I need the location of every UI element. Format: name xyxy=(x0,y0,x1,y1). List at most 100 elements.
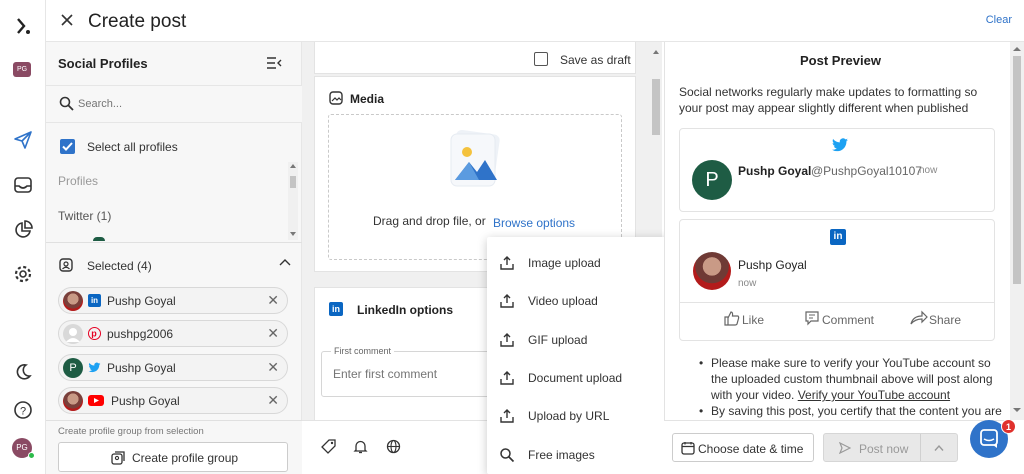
browse-options-link[interactable]: Browse options xyxy=(493,216,575,230)
upload-icon xyxy=(499,293,515,309)
inbox-icon[interactable] xyxy=(13,175,33,195)
menu-item-document-upload[interactable]: Document upload xyxy=(487,359,667,397)
upload-icon xyxy=(499,332,515,348)
upload-icon xyxy=(499,408,515,424)
bullet-item: • Please make sure to verify your YouTub… xyxy=(699,356,993,402)
twitter-group-label[interactable]: Twitter (1) xyxy=(58,209,111,223)
first-comment-input[interactable] xyxy=(333,365,483,383)
group-hint: Create profile group from selection xyxy=(58,426,204,437)
post-now-label: Post now xyxy=(859,442,909,456)
bullet-text: By saving this post, you certify that th… xyxy=(711,404,1002,418)
selected-count-label: Selected (4) xyxy=(87,259,152,273)
remove-profile-button[interactable]: ✕ xyxy=(267,359,279,376)
preview-note: Social networks regularly make updates t… xyxy=(679,85,978,115)
selected-profile-chip: in Pushp Goyal ✕ xyxy=(58,287,288,314)
menu-item-upload-by-url[interactable]: Upload by URL xyxy=(487,397,667,435)
preview-bullets: • Please make sure to verify your YouTub… xyxy=(699,355,1002,419)
menu-item-image-upload[interactable]: Image upload xyxy=(487,244,667,282)
search-icon xyxy=(499,447,515,463)
linkedin-name: Pushp Goyal xyxy=(738,258,807,272)
menu-item-label: Free images xyxy=(528,448,595,462)
menu-item-label: GIF upload xyxy=(528,333,588,347)
selected-profile-chip: Pushp Goyal ✕ xyxy=(58,387,288,414)
workspace-avatar[interactable]: PG xyxy=(13,62,31,77)
menu-item-label: Image upload xyxy=(528,256,601,270)
chevron-up-icon xyxy=(934,444,944,452)
twitter-icon xyxy=(88,361,101,374)
tag-icon[interactable] xyxy=(321,439,336,454)
select-all-checkbox[interactable] xyxy=(60,139,75,154)
group-icon xyxy=(111,451,125,465)
left-rail: PG ? PG xyxy=(0,0,46,474)
notification-badge: 1 xyxy=(1001,419,1016,434)
save-draft-checkbox[interactable] xyxy=(534,52,548,66)
linkedin-icon: in xyxy=(329,302,343,316)
top-bar xyxy=(46,0,1024,42)
create-profile-group-label: Create profile group xyxy=(132,451,239,465)
twitter-handle: @PushpGoyal10107 xyxy=(811,164,922,178)
image-illustration-icon xyxy=(447,128,503,190)
remove-profile-button[interactable]: ✕ xyxy=(267,325,279,342)
verify-youtube-link[interactable]: Verify your YouTube account xyxy=(798,388,950,402)
post-now-button[interactable]: Post now xyxy=(823,433,958,462)
twitter-name: Pushp Goyal xyxy=(738,164,812,178)
linkedin-options-label[interactable]: LinkedIn options xyxy=(357,303,453,317)
youtube-icon xyxy=(88,395,104,406)
globe-icon[interactable] xyxy=(386,439,401,454)
profile-avatar xyxy=(63,291,83,311)
upload-icon xyxy=(499,255,515,271)
share-label: Share xyxy=(929,313,962,327)
profile-avatar xyxy=(63,391,83,411)
create-profile-group-button[interactable]: Create profile group xyxy=(58,442,288,472)
collapse-panel-icon[interactable] xyxy=(266,56,282,70)
twitter-time: now xyxy=(919,165,938,176)
share-icon xyxy=(910,310,928,326)
chip-name: Pushp Goyal xyxy=(107,294,176,308)
choose-date-time-button[interactable]: Choose date & time xyxy=(672,433,814,462)
drop-text: Drag and drop file, or xyxy=(373,214,486,228)
send-icon xyxy=(839,442,851,454)
profile-search-input[interactable] xyxy=(78,94,278,114)
profiles-scrollbar[interactable] xyxy=(288,162,298,240)
comment-label: Comment xyxy=(822,313,875,327)
chip-name: Pushp Goyal xyxy=(111,394,180,408)
selected-profile-chip: P Pushp Goyal ✕ xyxy=(58,354,288,381)
online-status-dot xyxy=(28,452,35,459)
menu-item-label: Upload by URL xyxy=(528,409,610,423)
save-draft-label[interactable]: Save as draft xyxy=(560,53,631,67)
svg-text:?: ? xyxy=(20,406,26,418)
preview-title: Post Preview xyxy=(800,53,881,68)
divider xyxy=(664,42,665,474)
gear-icon[interactable] xyxy=(13,264,33,284)
send-icon[interactable] xyxy=(13,130,33,150)
close-icon[interactable] xyxy=(60,13,74,27)
profiles-group-heading: Profiles xyxy=(58,174,99,188)
pinterest-icon: p xyxy=(88,327,101,340)
page-title: Create post xyxy=(88,11,187,32)
menu-item-free-images[interactable]: Free images xyxy=(487,436,667,474)
user-badge-icon xyxy=(59,258,73,272)
bullet-item: • By saving this post, you certify that … xyxy=(699,404,1002,418)
moon-icon[interactable] xyxy=(13,362,33,382)
menu-item-label: Video upload xyxy=(528,294,598,308)
chevron-up-icon[interactable] xyxy=(279,257,291,267)
remove-profile-button[interactable]: ✕ xyxy=(267,392,279,409)
clear-button[interactable]: Clear xyxy=(986,14,1012,26)
linkedin-icon: in xyxy=(88,294,101,307)
profile-avatar: P xyxy=(63,358,83,378)
select-all-label[interactable]: Select all profiles xyxy=(87,140,178,154)
remove-profile-button[interactable]: ✕ xyxy=(267,292,279,309)
profile-avatar xyxy=(63,324,83,344)
menu-item-video-upload[interactable]: Video upload xyxy=(487,282,667,320)
profiles-title: Social Profiles xyxy=(58,56,148,71)
analytics-icon[interactable] xyxy=(13,220,33,240)
linkedin-preview-card: in Pushp Goyal now Like Comment Share xyxy=(679,219,995,341)
media-icon xyxy=(329,91,343,105)
logo-icon[interactable] xyxy=(13,16,33,36)
bell-icon[interactable] xyxy=(353,439,368,454)
twitter-avatar: P xyxy=(692,160,732,200)
menu-item-gif-upload[interactable]: GIF upload xyxy=(487,321,667,359)
like-label: Like xyxy=(742,313,765,327)
help-icon[interactable]: ? xyxy=(13,400,33,420)
preview-scrollbar[interactable] xyxy=(1010,42,1024,420)
